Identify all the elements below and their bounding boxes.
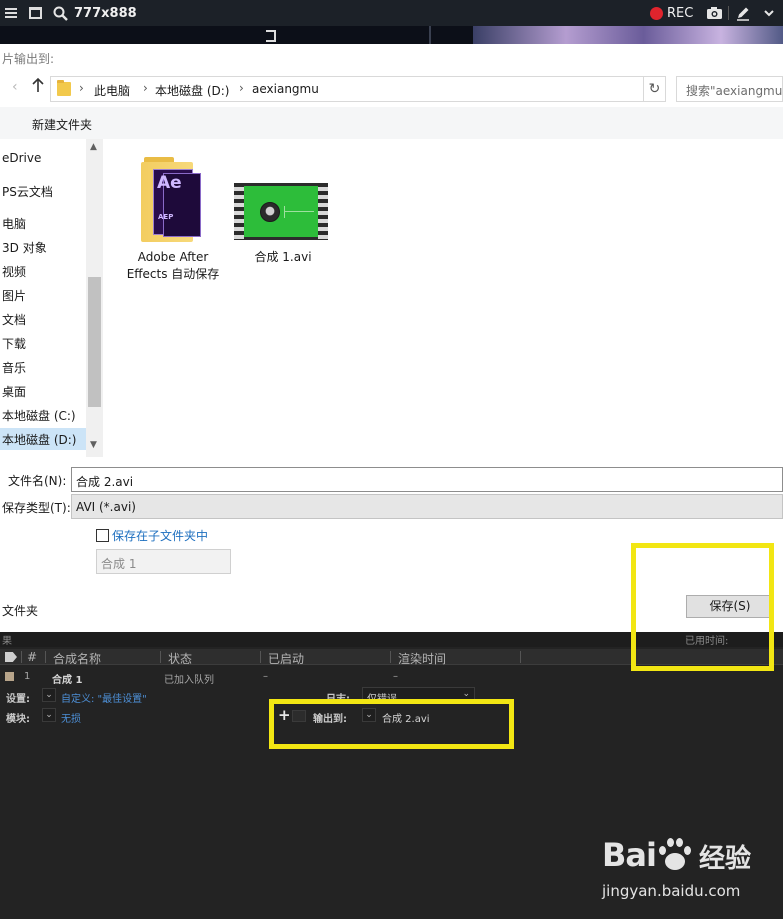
scroll-down-icon[interactable]: ▼ xyxy=(90,440,97,450)
nav-item-this-pc[interactable]: 电脑 xyxy=(0,212,86,234)
row-comp-name: 合成 1 xyxy=(52,675,83,686)
recorder-toolbar: 777x888 REC xyxy=(0,0,783,26)
breadcrumb-this-pc[interactable]: 此电脑 xyxy=(94,82,130,99)
render-settings-label: 设置: xyxy=(6,694,30,705)
capture-size-label: 777x888 xyxy=(74,5,137,21)
filetype-row: 保存类型(T): AVI (*.avi) xyxy=(0,494,783,520)
nav-item-desktop[interactable]: 桌面 xyxy=(0,380,86,402)
scroll-up-icon[interactable]: ▲ xyxy=(90,142,97,152)
row-started: – xyxy=(263,671,268,682)
rec-label[interactable]: REC xyxy=(667,0,693,26)
hide-folders-toggle[interactable]: 文件夹 xyxy=(2,602,38,619)
watermark-url: jingyan.baidu.com xyxy=(602,882,741,900)
folder-icon xyxy=(57,80,71,96)
new-folder-button[interactable]: 新建文件夹 xyxy=(32,116,92,133)
render-settings-link[interactable]: 自定义: "最佳设置" xyxy=(61,690,147,705)
render-settings-dropdown[interactable]: ⌄ xyxy=(42,688,56,702)
ae-icon-text: Ae xyxy=(157,173,182,193)
baidu-watermark: Bai 经验 jingyan.baidu.com xyxy=(602,830,762,910)
file-item-ae-autosave[interactable]: Ae AEP Adobe After Effects 自动保存 xyxy=(121,139,225,289)
output-module-link[interactable]: 无损 xyxy=(61,710,81,725)
label-color-swatch[interactable] xyxy=(5,672,14,681)
nav-item-onedrive[interactable]: eDrive xyxy=(0,148,86,170)
breadcrumb-separator[interactable]: › xyxy=(79,81,84,95)
breadcrumb-aexiangmu[interactable]: aexiangmu xyxy=(252,82,319,96)
column-render-time[interactable]: 渲染时间 xyxy=(398,650,446,667)
address-bar[interactable]: › 此电脑 › 本地磁盘 (D:) › aexiangmu xyxy=(50,76,689,102)
back-arrow-icon[interactable]: ‹ xyxy=(12,79,18,95)
label-tag-icon[interactable] xyxy=(5,652,17,662)
nav-item-music[interactable]: 音乐 xyxy=(0,356,86,378)
column-status[interactable]: 状态 xyxy=(168,650,192,667)
refresh-icon[interactable]: ↻ xyxy=(644,76,666,102)
watermark-brand-cn: 经验 xyxy=(699,844,752,874)
output-module-label: 模块: xyxy=(6,714,30,725)
filetype-select[interactable]: AVI (*.avi) xyxy=(71,494,783,519)
chevron-down-icon[interactable] xyxy=(764,0,774,26)
menu-icon[interactable] xyxy=(5,0,21,26)
row-num: 1 xyxy=(24,671,31,682)
toolbar-divider xyxy=(728,6,729,20)
file-name-line2: Effects 自动保存 xyxy=(126,267,220,281)
highlight-save-button xyxy=(631,543,774,671)
background-mark xyxy=(266,30,276,42)
breadcrumb-drive-d[interactable]: 本地磁盘 (D:) xyxy=(155,82,229,99)
nav-item-wps-cloud[interactable]: PS云文档 xyxy=(0,180,86,202)
nav-item-pictures[interactable]: 图片 xyxy=(0,284,86,306)
scroll-thumb[interactable] xyxy=(88,277,101,407)
ae-folder-icon: Ae AEP xyxy=(141,157,201,242)
filetype-label: 保存类型(T): xyxy=(2,501,71,515)
file-name: Adobe After xyxy=(137,250,209,264)
pen-icon[interactable] xyxy=(735,0,751,26)
screenshot-root: 777x888 REC 片输出到: ‹ › 此电脑 › 本地磁盘 (D:) › … xyxy=(0,0,783,919)
breadcrumb-separator[interactable]: › xyxy=(239,81,244,95)
search-input[interactable]: 搜索"aexiangmu" xyxy=(676,76,783,102)
record-dot-icon[interactable] xyxy=(650,0,663,26)
nav-scrollbar[interactable]: ▲ ▼ xyxy=(86,139,103,457)
composition-name-field[interactable]: 合成 1 xyxy=(96,549,231,574)
filename-label: 文件名(N): xyxy=(8,474,67,488)
dialog-toolbar: 新建文件夹 xyxy=(0,107,783,139)
up-arrow-icon[interactable] xyxy=(31,77,45,97)
chevron-down-icon: ⌄ xyxy=(462,689,470,699)
nav-item-3d-objects[interactable]: 3D 对象 xyxy=(0,236,86,258)
nav-item-downloads[interactable]: 下载 xyxy=(0,332,86,354)
row-render-time: – xyxy=(393,671,398,682)
camera-icon[interactable] xyxy=(706,0,723,26)
nav-item-videos[interactable]: 视频 xyxy=(0,260,86,282)
column-comp-name[interactable]: 合成名称 xyxy=(53,650,101,667)
subfolder-label[interactable]: 保存在子文件夹中 xyxy=(112,527,208,544)
highlight-output-to xyxy=(269,699,514,749)
window-icon[interactable] xyxy=(29,0,42,26)
output-module-dropdown[interactable]: ⌄ xyxy=(42,708,56,722)
dialog-title: 片输出到: xyxy=(2,52,55,66)
address-row: ‹ › 此电脑 › 本地磁盘 (D:) › aexiangmu ↻ 搜索"aex… xyxy=(0,75,783,103)
file-list: Ae AEP Adobe After Effects 自动保存 合成 1.avi xyxy=(103,139,783,457)
paw-icon xyxy=(657,836,691,872)
file-name: 合成 1.avi xyxy=(254,250,312,264)
row-status: 已加入队列 xyxy=(164,675,214,686)
column-num[interactable]: # xyxy=(27,650,37,664)
column-started[interactable]: 已启动 xyxy=(268,650,304,667)
navigation-pane: eDrive PS云文档 电脑 3D 对象 视频 图片 文档 下载 音乐 桌面 … xyxy=(0,139,103,457)
subfolder-checkbox[interactable] xyxy=(96,529,109,542)
ae-icon-subtext: AEP xyxy=(158,213,174,221)
filename-row: 文件名(N): 合成 2.avi xyxy=(0,466,783,492)
background-artwork xyxy=(473,26,783,44)
nav-item-drive-c[interactable]: 本地磁盘 (C:) xyxy=(0,404,86,426)
nav-item-drive-d[interactable]: 本地磁盘 (D:) xyxy=(0,428,86,450)
queue-status-left: 果 xyxy=(2,636,12,647)
background-divider xyxy=(429,26,431,44)
watermark-brand: Bai xyxy=(602,836,657,874)
filename-input[interactable]: 合成 2.avi xyxy=(71,467,783,492)
breadcrumb-separator[interactable]: › xyxy=(143,81,148,95)
avi-video-icon xyxy=(234,183,328,240)
search-icon[interactable] xyxy=(53,0,68,26)
nav-item-documents[interactable]: 文档 xyxy=(0,308,86,330)
